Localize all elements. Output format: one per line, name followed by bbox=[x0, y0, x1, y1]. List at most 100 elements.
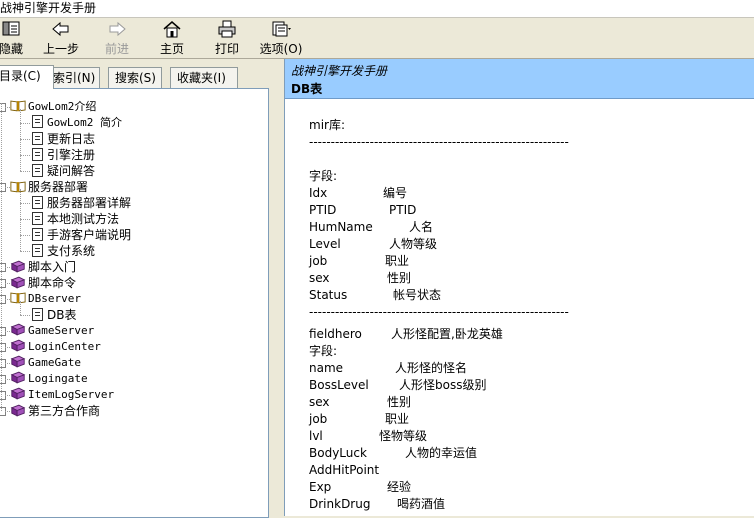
content-line: job 职业 bbox=[309, 411, 409, 428]
content-line: sex 性别 bbox=[309, 394, 411, 411]
page-icon bbox=[32, 132, 43, 145]
field-description: PTID bbox=[389, 203, 417, 217]
field-description: 人形怪的怪名 bbox=[395, 361, 468, 375]
tree-item-label: ItemLogServer bbox=[28, 388, 115, 401]
content-line: ----------------------------------------… bbox=[309, 304, 569, 321]
field-description: 人名 bbox=[409, 220, 434, 234]
field-name: HumName bbox=[309, 220, 373, 234]
tab-index[interactable]: 索引(N) bbox=[46, 67, 100, 88]
tree-item[interactable]: 手游客户端说明 bbox=[32, 227, 131, 243]
field-description: 职业 bbox=[385, 254, 410, 268]
tree-item[interactable]: 本地测试方法 bbox=[32, 211, 119, 227]
field-description: 喝药酒值 bbox=[397, 497, 446, 511]
forward-arrow-icon bbox=[109, 21, 126, 37]
field-description: 性别 bbox=[387, 271, 412, 285]
content-line: DrinkDrug 喝药酒值 bbox=[309, 496, 445, 513]
tree-item-label: GameGate bbox=[28, 356, 81, 369]
field-name: BodyLuck bbox=[309, 446, 367, 460]
pane-splitter[interactable] bbox=[276, 59, 284, 516]
closed-book-icon bbox=[10, 323, 26, 336]
tree-item-label: 服务器部署详解 bbox=[47, 196, 132, 210]
nav-tabs: 目录(C) 索引(N) 搜索(S) 收藏夹(I) bbox=[0, 65, 276, 89]
tree-item[interactable]: 脚本命令 bbox=[10, 275, 76, 291]
tree-connector bbox=[20, 251, 30, 252]
content-line: fieldhero 人形怪配置,卧龙英雄 bbox=[309, 326, 503, 343]
tree-item[interactable]: GowLom2 简介 bbox=[32, 115, 122, 131]
back-button[interactable]: 上一步 bbox=[42, 20, 80, 56]
home-icon bbox=[163, 21, 181, 38]
tree-item[interactable]: GowLom2介绍 bbox=[10, 99, 96, 115]
tree-item[interactable]: 脚本入门 bbox=[10, 259, 76, 275]
tab-favorites[interactable]: 收藏夹(I) bbox=[170, 67, 238, 88]
window-title: 战神引擎开发手册 bbox=[0, 0, 754, 18]
content-line: lvl 怪物等级 bbox=[309, 428, 427, 445]
closed-book-icon bbox=[10, 276, 26, 289]
closed-book-icon bbox=[10, 404, 26, 417]
hide-button[interactable]: 隐藏 bbox=[0, 20, 26, 56]
tree-connector bbox=[20, 219, 30, 220]
field-description: 人物等级 bbox=[389, 237, 438, 251]
page-icon bbox=[32, 308, 43, 321]
topic-pane: 战神引擎开发手册 DB表 mir库: ----------------------… bbox=[284, 59, 754, 516]
tree-item[interactable]: DB表 bbox=[32, 307, 76, 323]
tree-item[interactable]: 疑问解答 bbox=[32, 163, 95, 179]
page-icon bbox=[32, 148, 43, 161]
tree-item[interactable]: ItemLogServer bbox=[10, 387, 114, 403]
content-line: PTID PTID bbox=[309, 202, 416, 219]
print-button[interactable]: 打印 bbox=[212, 20, 242, 56]
home-button[interactable]: 主页 bbox=[157, 20, 187, 56]
tab-contents[interactable]: 目录(C) bbox=[0, 65, 54, 89]
tree-item[interactable]: Logingate bbox=[10, 371, 88, 387]
tree-item[interactable]: 服务器部署 bbox=[10, 179, 88, 195]
tree-item[interactable]: 引擎注册 bbox=[32, 147, 95, 163]
print-label: 打印 bbox=[214, 42, 239, 56]
tree-item[interactable]: 更新日志 bbox=[32, 131, 95, 147]
tree-item-label: 更新日志 bbox=[47, 132, 96, 146]
tree-item-label: 脚本入门 bbox=[28, 260, 77, 274]
tree-item[interactable]: 第三方合作商 bbox=[10, 403, 100, 419]
tree-item[interactable]: GameServer bbox=[10, 323, 94, 339]
tree-connector bbox=[20, 235, 30, 236]
tree-item-label: GameServer bbox=[28, 324, 95, 337]
field-name: lvl bbox=[309, 429, 323, 443]
options-button[interactable]: 选项(O) bbox=[259, 20, 303, 56]
content-line: mir库: bbox=[309, 117, 345, 134]
page-icon bbox=[32, 212, 43, 225]
tree-connector bbox=[20, 171, 30, 172]
tree-connector bbox=[20, 315, 30, 316]
field-name: name bbox=[309, 361, 344, 375]
field-description: 怪物等级 bbox=[379, 429, 428, 443]
field-description: 人形怪boss级别 bbox=[399, 378, 487, 392]
content-line: AddHitPoint bbox=[309, 462, 379, 479]
closed-book-icon bbox=[10, 355, 26, 368]
hide-pane-icon bbox=[2, 21, 20, 36]
tree-connector bbox=[20, 155, 30, 156]
tree-item-label: 第三方合作商 bbox=[28, 404, 101, 418]
topic-header: 战神引擎开发手册 DB表 bbox=[285, 59, 754, 99]
tab-search[interactable]: 搜索(S) bbox=[108, 67, 162, 88]
closed-book-icon bbox=[10, 371, 26, 384]
content-line: BodyLuck 人物的幸运值 bbox=[309, 445, 477, 462]
field-name: PTID bbox=[309, 203, 337, 217]
content-line: 字段: bbox=[309, 343, 337, 360]
tree-item[interactable]: 支付系统 bbox=[32, 243, 95, 259]
tree-item-label: 手游客户端说明 bbox=[47, 228, 132, 242]
tree-item[interactable]: GameGate bbox=[10, 355, 81, 371]
field-name: sex bbox=[309, 395, 330, 409]
field-name: AddHitPoint bbox=[309, 463, 380, 477]
field-description: 人形怪配置,卧龙英雄 bbox=[391, 327, 503, 341]
tree-connector bbox=[20, 203, 30, 204]
field-description: 性别 bbox=[387, 395, 412, 409]
tree-item[interactable]: LoginCenter bbox=[10, 339, 101, 355]
printer-icon bbox=[218, 20, 236, 38]
tree-connector bbox=[20, 139, 30, 140]
home-label: 主页 bbox=[159, 42, 184, 56]
field-name: 字段: bbox=[309, 344, 338, 358]
options-icon bbox=[272, 21, 291, 37]
field-name: sex bbox=[309, 271, 330, 285]
forward-button[interactable]: 前进 bbox=[101, 20, 133, 56]
field-name: 字段: bbox=[309, 169, 338, 183]
tree-item[interactable]: 服务器部署详解 bbox=[32, 195, 131, 211]
navigation-pane: 目录(C) 索引(N) 搜索(S) 收藏夹(I) GowLom2介绍 GowLom… bbox=[0, 59, 276, 518]
content-line: HumName 人名 bbox=[309, 219, 433, 236]
